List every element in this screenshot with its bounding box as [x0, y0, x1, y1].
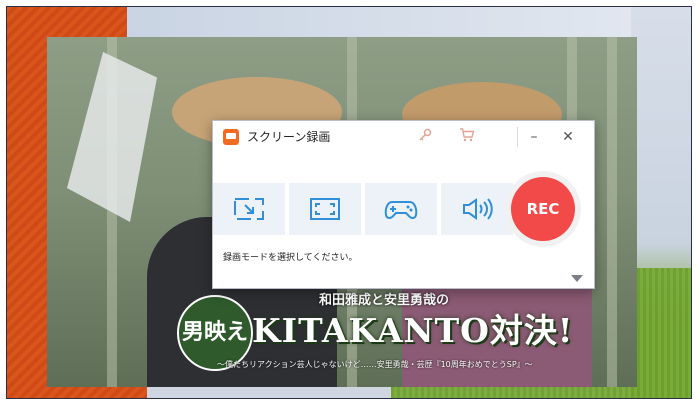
speaker-icon [463, 198, 493, 220]
cart-icon[interactable] [457, 127, 477, 147]
key-icon[interactable] [415, 127, 435, 147]
logo-subtitle: 和田雅成と安里勇哉の [319, 293, 450, 308]
fullscreen-icon [310, 198, 340, 220]
region-select-icon [234, 198, 264, 220]
logo-tagline: 〜僕たちリアクション芸人じゃないけど……安里勇哉・芸歴『10周年おめでとうSP』… [217, 360, 533, 369]
fullscreen-mode-button[interactable] [289, 183, 361, 235]
title-bar: スクリーン録画 – ✕ [213, 121, 594, 153]
bamboo-stalk [607, 37, 617, 387]
mode-hint-text: 録画モードを選択してください。 [223, 253, 358, 263]
region-mode-button[interactable] [213, 183, 285, 235]
window-title: スクリーン録画 [247, 130, 331, 144]
screen-recorder-window: スクリーン録画 – ✕ REC 録画モードを選択してください。 [212, 120, 595, 289]
minimize-button[interactable]: – [524, 127, 544, 147]
game-mode-button[interactable] [365, 183, 437, 235]
titlebar-divider [517, 127, 518, 147]
logo-title: KITAKANTO対決! [252, 311, 574, 350]
expand-arrow-icon[interactable] [571, 275, 583, 282]
close-button[interactable]: ✕ [558, 127, 578, 147]
app-icon [223, 129, 239, 145]
butterfly-net [67, 52, 157, 222]
mode-toolbar: REC [213, 171, 594, 247]
gamepad-icon [384, 201, 418, 219]
rec-button[interactable]: REC [511, 177, 575, 241]
audio-mode-button[interactable] [441, 183, 513, 235]
